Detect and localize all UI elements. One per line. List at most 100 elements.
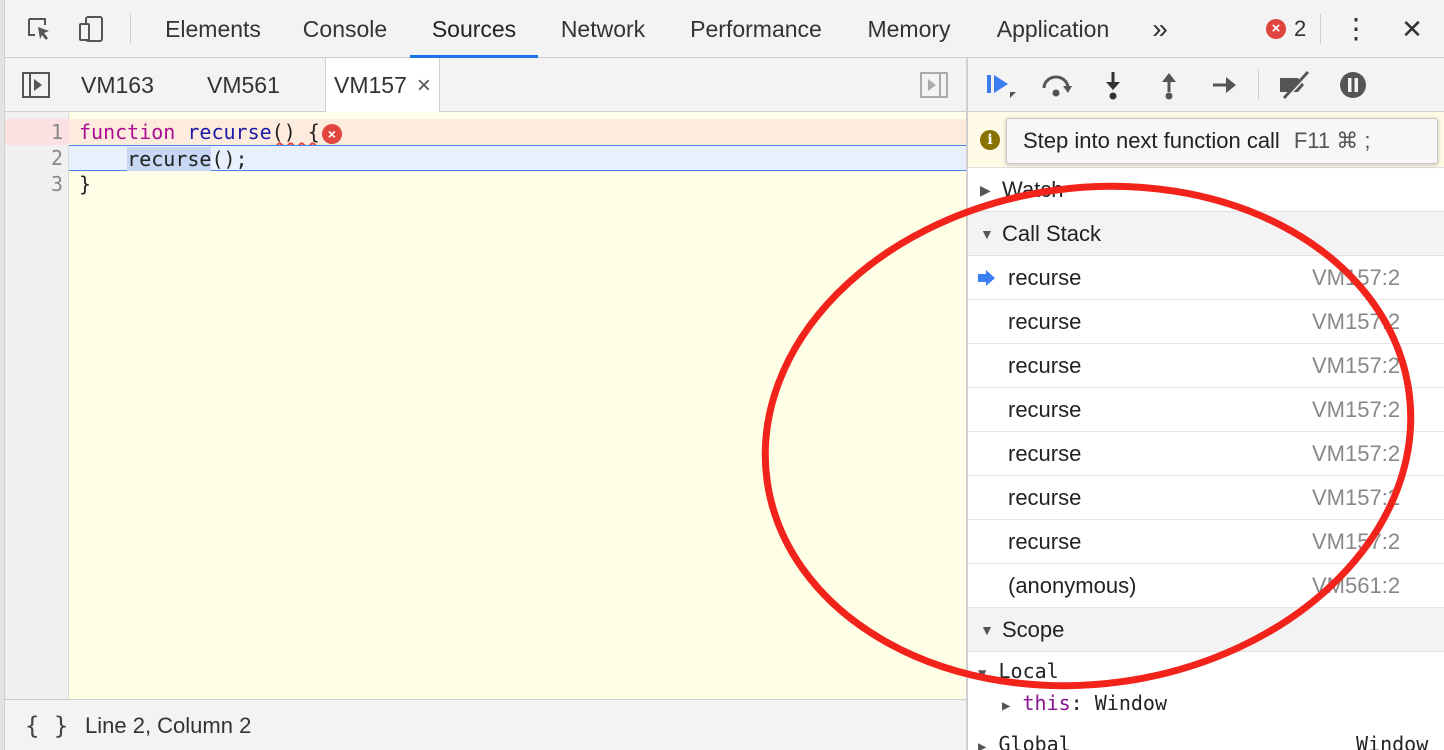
- tab-application[interactable]: Application: [982, 0, 1124, 58]
- function-name: recurse: [187, 120, 272, 144]
- scope-local-header[interactable]: ▼ Local: [968, 655, 1444, 687]
- call-stack-frame[interactable]: recurse VM157:2: [968, 476, 1444, 520]
- toolbar-divider: [130, 14, 131, 44]
- kebab-menu-icon[interactable]: ⋮: [1340, 0, 1372, 58]
- collapsed-triangle-icon: ▶: [1002, 698, 1011, 714]
- frame-location[interactable]: VM157:2: [1312, 256, 1400, 300]
- file-tab-vm157[interactable]: VM157 ×: [325, 58, 440, 113]
- frame-function-name: recurse: [1008, 265, 1082, 290]
- inspect-element-icon[interactable]: [24, 14, 54, 44]
- file-tab-vm163[interactable]: VM163: [81, 58, 154, 112]
- step-into-tooltip: Step into next function call F11 ⌘ ;: [1006, 118, 1438, 164]
- scope-separator: :: [1070, 691, 1095, 715]
- frame-location[interactable]: VM157:2: [1312, 300, 1400, 344]
- call-stack-frame[interactable]: recurse VM157:2: [968, 432, 1444, 476]
- cursor-position: Line 2, Column 2: [85, 713, 252, 738]
- resume-button[interactable]: [982, 68, 1020, 102]
- call-stack-section-header[interactable]: ▼ Call Stack: [968, 212, 1444, 256]
- frame-function-name: recurse: [1008, 309, 1082, 334]
- step-over-icon: [1042, 75, 1072, 97]
- code-line-2-current: recurse();: [69, 145, 967, 171]
- frame-function-name: recurse: [1008, 485, 1082, 510]
- frame-function-name: recurse: [1008, 397, 1082, 422]
- tab-performance[interactable]: Performance: [674, 0, 838, 58]
- scope-global-row[interactable]: ▶ Global Window: [968, 728, 1444, 750]
- collapsed-triangle-icon: ▶: [978, 739, 987, 750]
- frame-function-name: recurse: [1008, 441, 1082, 466]
- device-toolbar-icon[interactable]: [76, 14, 106, 44]
- watch-section-header[interactable]: ▶ Watch: [968, 168, 1444, 212]
- global-value: Window: [1356, 732, 1429, 750]
- debugger-toolbar: [968, 58, 1444, 112]
- devtools-toolbar: Elements Console Sources Network Perform…: [0, 0, 1444, 750]
- scope-this-row[interactable]: ▶ this: Window: [968, 687, 1444, 719]
- call-stack-frame[interactable]: recurse VM157:2: [968, 388, 1444, 432]
- step-into-button[interactable]: [1094, 68, 1132, 102]
- code-editor[interactable]: 1 2 3 function recurse() {× recurse(); }: [5, 112, 967, 699]
- source-file-tabs: VM163 VM561 VM157 ×: [5, 58, 967, 113]
- call-stack-frame[interactable]: recurse VM157:2: [968, 300, 1444, 344]
- close-devtools-icon[interactable]: ✕: [1394, 0, 1430, 58]
- tab-sources[interactable]: Sources: [410, 0, 538, 58]
- frame-location[interactable]: VM157:2: [1312, 432, 1400, 476]
- deactivate-breakpoints-icon: [1280, 70, 1312, 100]
- frame-function-name: recurse: [1008, 529, 1082, 554]
- toggle-debugger-icon[interactable]: [919, 71, 949, 99]
- step-icon: [1213, 77, 1236, 93]
- error-count: 2: [1294, 16, 1307, 41]
- error-count-badge[interactable]: × 2: [1266, 16, 1306, 42]
- line-number[interactable]: 2: [5, 146, 63, 170]
- frame-function-name: (anonymous): [1008, 573, 1137, 598]
- call-stack-frame[interactable]: recurse VM157:2: [968, 256, 1444, 300]
- more-tabs-icon[interactable]: »: [1140, 0, 1180, 58]
- error-icon: ×: [1266, 19, 1286, 39]
- deactivate-breakpoints-button[interactable]: [1276, 68, 1314, 102]
- scope-label: Scope: [1002, 617, 1065, 642]
- line-number[interactable]: 3: [5, 172, 63, 196]
- file-tab-vm561[interactable]: VM561: [207, 58, 280, 112]
- call-stack-frame[interactable]: recurse VM157:2: [968, 520, 1444, 564]
- error-icon[interactable]: ×: [321, 123, 342, 144]
- frame-location[interactable]: VM157:2: [1312, 520, 1400, 564]
- frame-location[interactable]: VM157:2: [1312, 344, 1400, 388]
- frame-location[interactable]: VM157:2: [1312, 388, 1400, 432]
- toolbar-divider: [1320, 14, 1321, 44]
- pause-on-exceptions-button[interactable]: [1334, 68, 1372, 102]
- scope-section-header[interactable]: ▼ Scope: [968, 608, 1444, 652]
- pause-on-exceptions-icon: [1340, 72, 1366, 98]
- paused-call-highlight: recurse: [127, 147, 212, 171]
- code-line-3: }: [79, 172, 92, 196]
- code-punctuation: ();: [211, 147, 248, 171]
- line-gutter: [5, 112, 69, 699]
- pretty-print-button[interactable]: { }: [25, 712, 68, 740]
- toggle-navigator-icon[interactable]: [21, 71, 51, 99]
- line-number[interactable]: 1: [5, 120, 63, 144]
- editor-status-bar: { } Line 2, Column 2: [5, 699, 967, 750]
- step-over-button[interactable]: [1038, 68, 1076, 102]
- call-stack-frame[interactable]: (anonymous) VM561:2: [968, 564, 1444, 608]
- tab-elements[interactable]: Elements: [148, 0, 278, 58]
- close-tab-icon[interactable]: ×: [417, 72, 431, 99]
- toolbar-divider: [1258, 70, 1259, 100]
- tab-console[interactable]: Console: [288, 0, 402, 58]
- this-key: this: [1022, 691, 1071, 715]
- tab-memory[interactable]: Memory: [850, 0, 968, 58]
- expanded-triangle-icon: ▼: [980, 226, 994, 242]
- frame-location[interactable]: VM561:2: [1312, 564, 1400, 608]
- step-out-button[interactable]: [1150, 68, 1188, 102]
- debugger-sidebar: i Step into next function call F11 ⌘ ; ▶ …: [968, 58, 1444, 750]
- frame-location[interactable]: VM157:2: [1312, 476, 1400, 520]
- step-out-icon: [1162, 73, 1176, 100]
- step-button[interactable]: [1206, 68, 1244, 102]
- call-stack-frame[interactable]: recurse VM157:2: [968, 344, 1444, 388]
- expanded-triangle-icon: ▼: [978, 666, 987, 682]
- tooltip-text: Step into next function call: [1023, 128, 1280, 153]
- call-stack-label: Call Stack: [1002, 221, 1102, 246]
- current-frame-arrow-icon: [978, 270, 995, 286]
- expanded-triangle-icon: ▼: [980, 622, 994, 638]
- tab-network[interactable]: Network: [544, 0, 662, 58]
- keyword-function: function: [79, 120, 176, 144]
- this-value: Window: [1094, 691, 1167, 715]
